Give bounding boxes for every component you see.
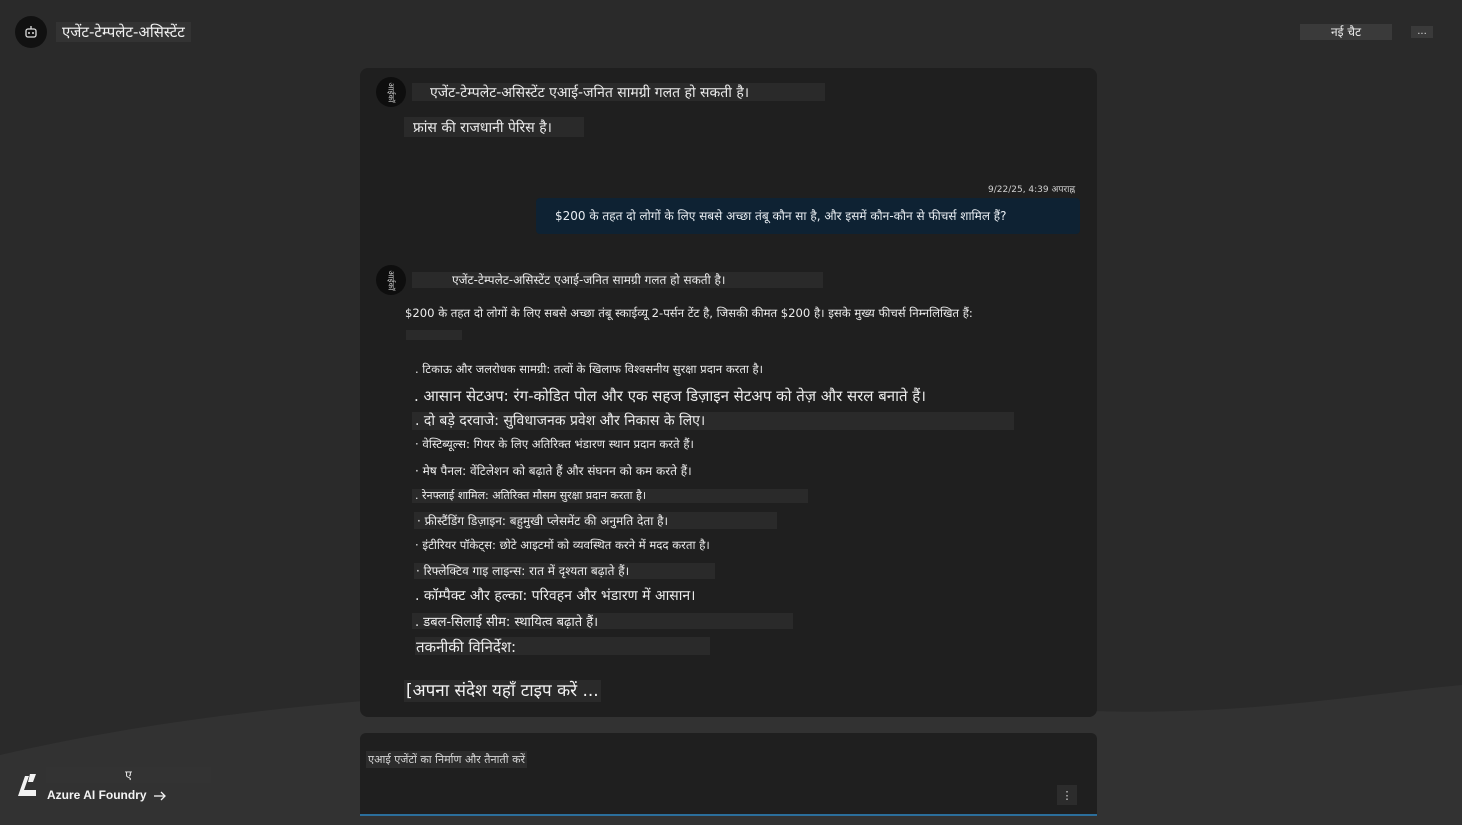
text-highlight [406, 330, 462, 340]
foundry-promo: ए Azure AI Foundry [0, 760, 230, 820]
feature-item: · इंटीरियर पॉकेट्स: छोटे आइटमों को व्यवस… [415, 538, 710, 552]
assistant-message: फ्रांस की राजधानी पेरिस है। [413, 120, 552, 136]
send-icon[interactable]: ⋮ [1057, 785, 1077, 805]
agent-avatar: आईकॉ [376, 77, 406, 107]
app-title: एजेंट-टेम्पलेट-असिस्टेंट [56, 22, 191, 42]
user-message: $200 के तहत दो लोगों के लिए सबसे अच्छा त… [536, 198, 1080, 234]
feature-item: . दो बड़े दरवाजे: सुविधाजनक प्रवेश और नि… [415, 413, 706, 429]
feature-item: · मेष पैनल: वेंटिलेशन को बढ़ाते हैं और स… [415, 464, 692, 478]
top-bar: एजेंट-टेम्पलेट-असिस्टेंट नई चैट ... [0, 0, 1462, 64]
feature-item: . रेनफ्लाई शामिल: अतिरिक्त मौसम सुरक्षा … [415, 489, 647, 502]
message-input-prompt[interactable]: [अपना संदेश यहाँ टाइप करें ... [404, 680, 601, 702]
foundry-label: ए [46, 767, 211, 783]
agent-icon[interactable] [15, 16, 47, 48]
assistant-intro: $200 के तहत दो लोगों के लिए सबसे अच्छा त… [405, 306, 973, 320]
feature-item: · वेस्टिब्यूल्स: गियर के लिए अतिरिक्त भं… [415, 437, 694, 451]
ai-disclaimer: एजेंट-टेम्पलेट-असिस्टेंट एआई-जनित सामग्र… [452, 273, 726, 287]
azure-foundry-logo [18, 774, 36, 796]
feature-item: . डबल-सिलाई सीम: स्थायित्व बढ़ाते हैं। [415, 615, 599, 630]
specs-heading: तकनीकी विनिर्देश: [416, 638, 517, 656]
compose-box[interactable]: एआई एजेंटों का निर्माण और तैनाती करें ⋮ [360, 733, 1097, 816]
agent-avatar: आईकॉ [376, 265, 406, 295]
arrow-right-icon [153, 791, 166, 801]
ai-disclaimer: एजेंट-टेम्पलेट-असिस्टेंट एआई-जनित सामग्र… [430, 85, 750, 101]
feature-item: . टिकाऊ और जलरोधक सामग्री: तत्वों के खिल… [415, 362, 764, 376]
message-timestamp: 9/22/25, 4:39 अपराह्न [988, 185, 1076, 195]
chat-panel[interactable]: आईकॉ एजेंट-टेम्पलेट-असिस्टेंट एआई-जनित स… [360, 68, 1097, 717]
azure-foundry-link[interactable]: Azure AI Foundry [47, 788, 167, 802]
feature-item: . कॉम्पैक्ट और हल्का: परिवहन और भंडारण म… [415, 588, 696, 604]
more-options-button[interactable]: ... [1411, 26, 1433, 38]
compose-text: एआई एजेंटों का निर्माण और तैनाती करें [366, 751, 528, 768]
feature-item: . आसान सेटअप: रंग-कोडित पोल और एक सहज डि… [414, 387, 926, 405]
new-chat-button[interactable]: नई चैट [1300, 24, 1392, 40]
feature-item: · रिफ्लेक्टिव गाइ लाइन्स: रात में दृश्यत… [416, 564, 630, 578]
feature-item: · फ्रीस्टैंडिंग डिज़ाइन: बहुमुखी प्लेसमे… [417, 514, 669, 528]
